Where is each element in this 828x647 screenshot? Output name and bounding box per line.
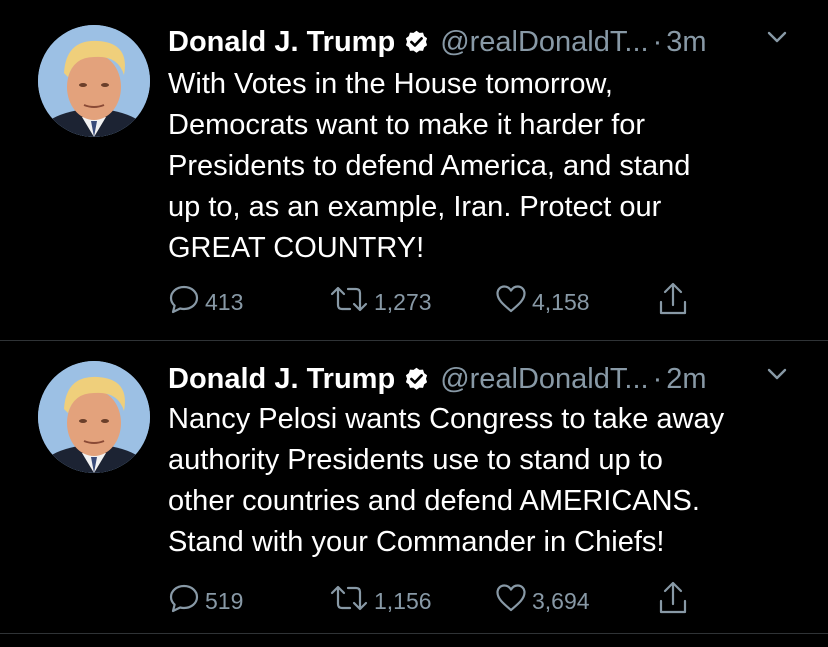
action-bar: 519 1,156 3,694 [0,579,828,623]
share-button[interactable] [656,280,690,324]
chevron-down-icon[interactable] [766,367,788,386]
retweet-count: 1,156 [374,587,432,614]
share-icon [656,579,690,623]
display-name[interactable]: Donald J. Trump [168,363,395,396]
tweet-text-line: Presidents to defend America, and stand [168,150,691,182]
tweet-header: Donald J. Trump @realDonaldT... · 3m [168,22,707,62]
reply-icon [167,581,201,621]
display-name[interactable]: Donald J. Trump [168,26,395,59]
chevron-down-icon[interactable] [766,30,788,49]
tweet[interactable]: Donald J. Trump @realDonaldT... · 3m Wit… [0,0,828,340]
heart-icon [494,581,528,621]
tweet-text-line: other countries and defend AMERICANS. [168,485,700,517]
separator-dot: · [652,362,663,395]
tweet-text-line: GREAT COUNTRY! [168,232,425,264]
reply-button[interactable]: 519 [167,579,243,623]
retweet-count: 1,273 [374,288,432,315]
tweet-text-line: authority Presidents use to stand up to [168,444,663,476]
retweet-button[interactable]: 1,156 [328,579,432,623]
action-bar: 413 1,273 4,158 [0,280,828,324]
avatar-image [38,25,150,137]
reply-icon [167,282,201,322]
avatar-image [38,361,150,473]
tweet-header: Donald J. Trump @realDonaldT... · 2m [168,359,707,399]
share-icon [656,280,690,324]
timestamp[interactable]: 3m [666,26,706,59]
like-count: 3,694 [532,587,590,614]
reply-button[interactable]: 413 [167,280,243,324]
like-button[interactable]: 4,158 [494,280,590,324]
avatar[interactable] [38,25,150,137]
share-button[interactable] [656,579,690,623]
verified-badge-icon [403,29,430,56]
retweet-icon [328,282,370,322]
tweet-text-line: Nancy Pelosi wants Congress to take away [168,403,725,435]
user-handle[interactable]: @realDonaldT... [440,26,648,59]
tweet[interactable]: Donald J. Trump @realDonaldT... · 2m Nan… [0,341,828,633]
tweet-text-line: up to, as an example, Iran. Protect our [168,191,662,223]
heart-icon [494,282,528,322]
tweet-text-line: With Votes in the House tomorrow, [168,68,613,100]
tweet-text-line: Democrats want to make it harder for [168,109,646,141]
timestamp[interactable]: 2m [666,363,706,396]
verified-badge-icon [403,366,430,393]
tweet-text: Nancy Pelosi wants Congress to take away… [168,399,808,563]
divider [0,633,828,634]
user-handle[interactable]: @realDonaldT... [440,363,648,396]
tweet-text: With Votes in the House tomorrow, Democr… [168,64,808,269]
reply-count: 519 [205,587,244,614]
retweet-button[interactable]: 1,273 [328,280,432,324]
like-count: 4,158 [532,288,590,315]
reply-count: 413 [205,288,244,315]
avatar[interactable] [38,361,150,473]
like-button[interactable]: 3,694 [494,579,590,623]
separator-dot: · [652,25,663,58]
retweet-icon [328,581,370,621]
tweet-text-line: Stand with your Commander in Chiefs! [168,526,665,558]
